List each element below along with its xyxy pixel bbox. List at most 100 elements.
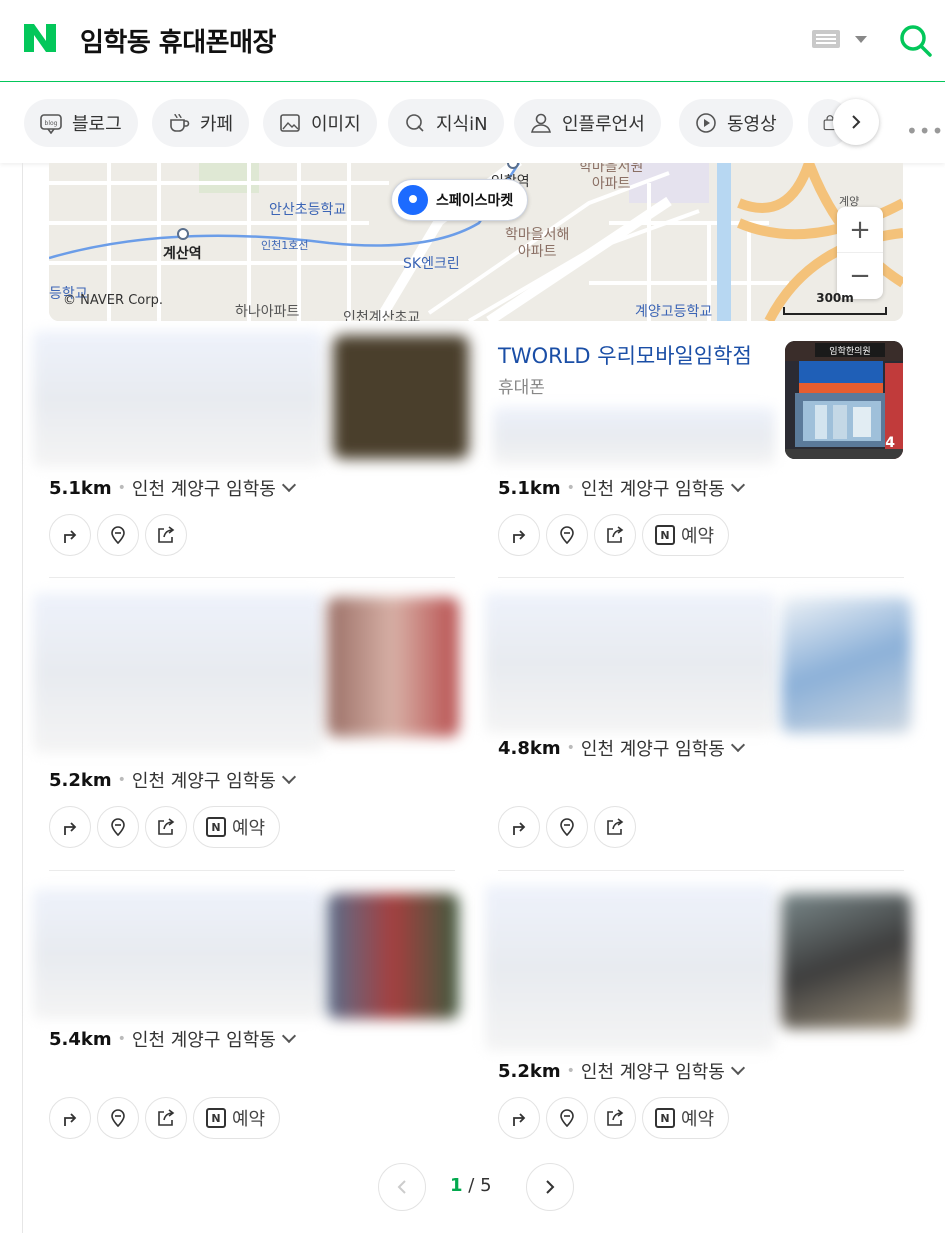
save-location-button[interactable] (546, 1097, 588, 1139)
map-label: 안산초등학교 (269, 202, 347, 218)
share-button[interactable] (594, 1097, 636, 1139)
place-name[interactable]: TWORLD 우리모바일임학점 (498, 344, 752, 368)
naver-booking-icon: N (206, 1108, 226, 1128)
zoom-in-button[interactable]: + (837, 207, 883, 253)
blurred-info (33, 331, 323, 467)
chevron-down-icon[interactable] (730, 737, 745, 753)
prev-page-button[interactable] (378, 1163, 426, 1211)
tab-image[interactable]: 이미지 (263, 99, 377, 147)
page-indicator: 1 / 5 (450, 1175, 492, 1196)
current-page: 1 (450, 1175, 463, 1196)
image-icon (280, 114, 300, 132)
place-meta: 5.4km • 인천 계양구 임학동 (49, 1026, 296, 1052)
distance: 5.4km (49, 1028, 112, 1050)
tab-label: 지식iN (436, 114, 488, 135)
search-query[interactable]: 임학동 휴대폰매장 (80, 22, 276, 59)
search-header: 임학동 휴대폰매장 (0, 0, 945, 82)
save-location-button[interactable] (546, 514, 588, 556)
directions-button[interactable] (498, 1097, 540, 1139)
share-icon (158, 1109, 175, 1126)
address[interactable]: 인천 계양구 임학동 (581, 1058, 725, 1084)
directions-arrow-icon (64, 822, 77, 835)
save-location-button[interactable] (546, 806, 588, 848)
blurred-photo (333, 335, 469, 459)
chevron-left-icon (397, 1180, 406, 1194)
map-label: SK엔크린 (403, 256, 460, 272)
directions-button[interactable] (498, 806, 540, 848)
place-meta: 4.8km • 인천 계양구 임학동 (498, 735, 745, 761)
divider (49, 870, 455, 871)
reserve-label: 예약 (232, 1109, 266, 1130)
directions-button[interactable] (49, 806, 91, 848)
address[interactable]: 인천 계양구 임학동 (132, 1026, 276, 1052)
share-button[interactable] (145, 1097, 187, 1139)
share-button[interactable] (145, 514, 187, 556)
place-meta: 5.2km • 인천 계양구 임학동 (498, 1058, 745, 1084)
share-icon (607, 818, 624, 835)
place-title-link[interactable]: TWORLD 우리모바일임학점 휴대폰 (498, 341, 768, 403)
share-button[interactable] (594, 514, 636, 556)
map-view[interactable]: 인학역 학마을서원 아파트 안산초등학교 계산역 인천1호선 SK엔크린 학마을… (49, 163, 903, 321)
location-save-icon (560, 818, 574, 837)
map-label: 인천계산초교 (343, 310, 421, 321)
cafe-cup-icon (170, 113, 190, 132)
blurred-info (485, 885, 775, 1051)
reserve-button[interactable]: N 예약 (642, 514, 730, 556)
address[interactable]: 인천 계양구 임학동 (132, 475, 276, 501)
save-location-button[interactable] (97, 806, 139, 848)
chevron-down-icon[interactable] (730, 1060, 745, 1076)
tab-blog[interactable]: blog 블로그 (24, 99, 138, 147)
search-icon[interactable] (897, 22, 933, 58)
address[interactable]: 인천 계양구 임학동 (581, 475, 725, 501)
map-place-marker[interactable]: 스페이스마켓 (391, 179, 529, 221)
save-location-button[interactable] (97, 1097, 139, 1139)
chevron-down-icon[interactable] (281, 1028, 296, 1044)
distance: 5.1km (49, 477, 112, 499)
chevron-down-icon[interactable] (281, 477, 296, 493)
map-label: 학마을서해 아파트 (505, 227, 570, 260)
photo-count: 4 (885, 435, 895, 451)
save-location-button[interactable] (97, 514, 139, 556)
map-pin-label: 스페이스마켓 (436, 193, 514, 209)
distance: 5.2km (49, 769, 112, 791)
chevron-down-icon[interactable] (730, 477, 745, 493)
share-icon (158, 818, 175, 835)
map-scale: 300m (783, 291, 887, 315)
tab-knowledge[interactable]: 지식iN (388, 99, 504, 147)
place-photo[interactable]: 임학한의원 4 (785, 341, 903, 459)
map-copyright: © NAVER Corp. (63, 293, 163, 308)
tab-video[interactable]: 동영상 (679, 99, 793, 147)
directions-arrow-icon (513, 822, 526, 835)
chevron-right-icon (852, 115, 861, 129)
place-meta: 5.1km • 인천 계양구 임학동 (49, 475, 296, 501)
more-icon[interactable]: ••• (906, 119, 944, 143)
share-button[interactable] (594, 806, 636, 848)
tab-cafe[interactable]: 카페 (152, 99, 250, 147)
location-pin-icon (398, 185, 428, 215)
reserve-button[interactable]: N 예약 (642, 1097, 730, 1139)
directions-button[interactable] (49, 514, 91, 556)
naver-booking-icon: N (655, 1108, 675, 1128)
map-label: 계산역 (163, 246, 202, 262)
place-actions (49, 514, 187, 556)
reserve-button[interactable]: N 예약 (193, 1097, 281, 1139)
keyboard-icon[interactable] (812, 30, 840, 48)
chevron-down-icon[interactable] (855, 36, 867, 43)
tab-influencer[interactable]: 인플루언서 (514, 99, 661, 147)
chevron-right-icon (546, 1180, 555, 1194)
tabs-next-button[interactable] (833, 99, 879, 145)
directions-arrow-icon (513, 1113, 526, 1126)
share-button[interactable] (145, 806, 187, 848)
naver-logo-icon[interactable] (22, 22, 58, 54)
blurred-photo (327, 597, 459, 737)
location-save-icon (111, 818, 125, 837)
reserve-button[interactable]: N 예약 (193, 806, 281, 848)
place-actions: N 예약 (49, 806, 281, 848)
directions-button[interactable] (498, 514, 540, 556)
address[interactable]: 인천 계양구 임학동 (581, 735, 725, 761)
address[interactable]: 인천 계양구 임학동 (132, 767, 276, 793)
chevron-down-icon[interactable] (281, 769, 296, 785)
next-page-button[interactable] (526, 1163, 574, 1211)
tab-label: 이미지 (311, 114, 361, 135)
directions-button[interactable] (49, 1097, 91, 1139)
